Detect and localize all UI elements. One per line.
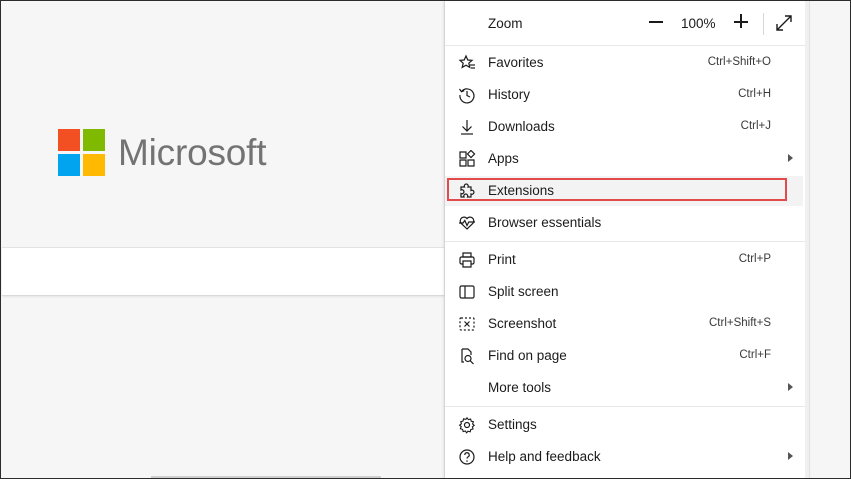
menu-item-label: Print — [488, 252, 516, 267]
menu-item-label: Extensions — [488, 183, 555, 198]
menu-item-screenshot[interactable]: Screenshot Ctrl+Shift+S — [445, 309, 803, 339]
puzzle-icon — [458, 182, 476, 200]
menu-item-label: Split screen — [488, 284, 559, 299]
chevron-right-icon — [788, 383, 793, 391]
microsoft-logo-text: Microsoft — [118, 131, 267, 173]
menu-item-history[interactable]: History Ctrl+H — [445, 80, 803, 110]
find-icon — [458, 347, 476, 365]
minus-icon — [649, 21, 663, 23]
menu-scrollbar[interactable] — [805, 1, 809, 479]
menu-divider — [445, 241, 805, 242]
menu-item-downloads[interactable]: Downloads Ctrl+J — [445, 112, 803, 142]
expand-icon — [774, 13, 794, 33]
heartbeat-icon — [458, 214, 476, 232]
menu-item-apps[interactable]: Apps — [445, 144, 803, 174]
menu-item-settings[interactable]: Settings — [445, 410, 803, 440]
shortcut-label: Ctrl+P — [738, 253, 771, 265]
menu-item-label: Favorites — [488, 55, 544, 70]
apps-icon — [458, 150, 476, 168]
zoom-in-button[interactable] — [731, 12, 751, 32]
gear-icon — [458, 416, 476, 434]
menu-divider — [445, 45, 805, 46]
menu-item-label: Help and feedback — [488, 449, 601, 464]
microsoft-logo-icon — [58, 129, 105, 176]
menu-item-label: History — [488, 87, 531, 102]
menu-divider — [445, 406, 805, 407]
shortcut-label: Ctrl+Shift+S — [709, 317, 771, 329]
history-icon — [458, 86, 476, 104]
menu-item-favorites[interactable]: Favorites Ctrl+Shift+O — [445, 48, 803, 78]
menu-item-label: Apps — [488, 151, 519, 166]
chevron-right-icon — [788, 452, 793, 460]
search-box[interactable] — [2, 247, 462, 296]
menu-item-label: More tools — [488, 380, 552, 395]
zoom-label: Zoom — [488, 16, 523, 31]
horizontal-scrollbar[interactable] — [151, 476, 381, 478]
star-list-icon — [458, 54, 476, 72]
menu-item-browser-essentials[interactable]: Browser essentials — [445, 208, 803, 238]
zoom-out-button[interactable] — [646, 12, 666, 32]
menu-item-label: Find on page — [488, 348, 567, 363]
fullscreen-button[interactable] — [774, 13, 794, 33]
printer-icon — [458, 251, 476, 269]
menu-item-help-and-feedback[interactable]: Help and feedback — [445, 442, 803, 472]
menu-item-find-on-page[interactable]: Find on page Ctrl+F — [445, 341, 803, 371]
chevron-right-icon — [788, 154, 793, 162]
menu-item-label: Downloads — [488, 119, 555, 134]
menu-item-print[interactable]: Print Ctrl+P — [445, 245, 803, 275]
zoom-value: 100% — [681, 16, 716, 31]
menu-item-label: Settings — [488, 417, 537, 432]
menu-item-label: Screenshot — [488, 316, 557, 331]
shortcut-label: Ctrl+F — [739, 349, 771, 361]
shortcut-label: Ctrl+H — [738, 88, 771, 100]
menu-item-label: Browser essentials — [488, 215, 602, 230]
microsoft-logo: Microsoft — [58, 129, 266, 176]
zoom-row: Zoom 100% — [445, 1, 809, 45]
shortcut-label: Ctrl+J — [740, 120, 771, 132]
menu-item-more-tools[interactable]: More tools — [445, 373, 803, 403]
screenshot-icon — [458, 315, 476, 333]
split-screen-icon — [458, 283, 476, 301]
download-icon — [458, 118, 476, 136]
zoom-separator — [763, 13, 764, 35]
shortcut-label: Ctrl+Shift+O — [707, 56, 771, 68]
menu-item-split-screen[interactable]: Split screen — [445, 277, 803, 307]
settings-and-more-menu: Zoom 100% Favorites Ctrl+Shift+O History… — [445, 1, 809, 479]
plus-icon — [740, 14, 742, 28]
menu-item-extensions[interactable]: Extensions — [445, 176, 803, 206]
help-icon — [458, 448, 476, 466]
